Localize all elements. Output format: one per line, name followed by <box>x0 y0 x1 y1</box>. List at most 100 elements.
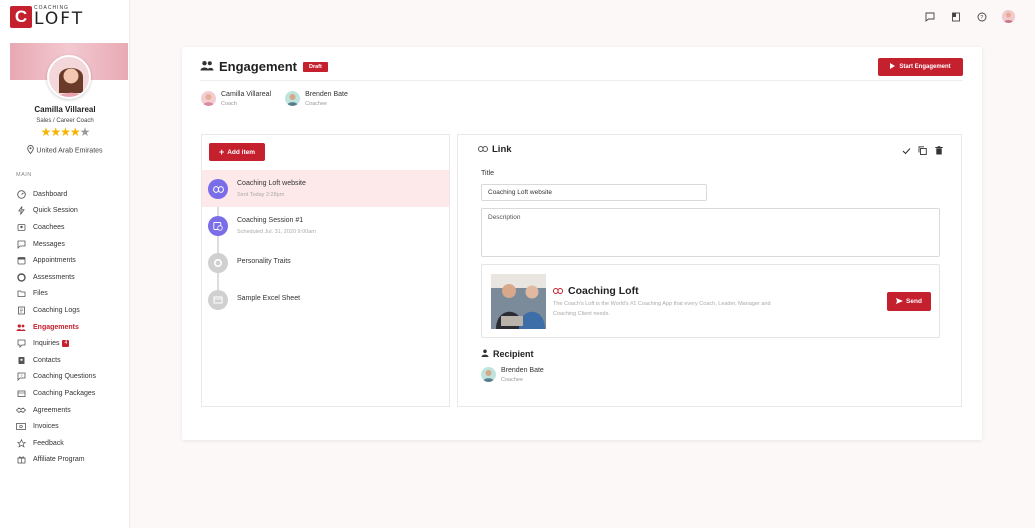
add-item-button[interactable]: + Add item <box>209 143 265 161</box>
recipient-heading: Recipient <box>493 349 534 359</box>
sidebar-item-quick-session[interactable]: Quick Session <box>16 203 128 220</box>
engagement-header: Engagement Draft <box>200 59 328 74</box>
coachee-avatar <box>285 91 301 106</box>
item-subtitle: Sent Today 2:28pm <box>237 192 285 198</box>
engagement-items-panel: + Add item Coaching Loft website Sent To… <box>201 134 450 407</box>
package-icon <box>16 388 26 398</box>
profile-avatar[interactable] <box>47 55 91 99</box>
sidebar-item-invoices[interactable]: Invoices <box>16 418 128 435</box>
sidebar-item-coaching-packages[interactable]: Coaching Packages <box>16 385 128 402</box>
sidebar-item-appointments[interactable]: Appointments <box>16 252 128 269</box>
sidebar-item-coaching-logs[interactable]: Coaching Logs <box>16 302 128 319</box>
chat-icon[interactable] <box>924 11 936 23</box>
item-detail-panel: Link Title Coaching Loft website Descrip… <box>457 134 962 407</box>
sidebar-item-messages[interactable]: Messages <box>16 236 128 253</box>
profile-location: United Arab Emirates <box>0 145 130 156</box>
detail-actions <box>902 146 943 155</box>
engagement-item-link[interactable]: Coaching Loft website Sent Today 2:28pm <box>202 170 449 207</box>
file-icon <box>208 290 228 310</box>
engagement-item-assessment[interactable]: Personality Traits <box>202 244 449 281</box>
item-title: Coaching Session #1 <box>237 217 304 224</box>
star-outline-icon <box>16 438 26 448</box>
calendar-icon <box>16 256 26 266</box>
detail-header: Link <box>478 144 512 155</box>
title-label: Title <box>481 170 494 177</box>
preview-header: Coaching Loft <box>553 285 639 297</box>
sidebar-item-affiliate-program[interactable]: Affiliate Program <box>16 452 128 469</box>
copy-icon[interactable] <box>918 146 927 155</box>
half-star-icon: ★ <box>79 125 91 139</box>
sidebar-nav: Dashboard Quick Session Coachees Message… <box>16 186 128 468</box>
sidebar-item-dashboard[interactable]: Dashboard <box>16 186 128 203</box>
sidebar-item-contacts[interactable]: Contacts <box>16 352 128 369</box>
coach-role: Coach <box>221 101 237 107</box>
log-icon <box>16 305 26 315</box>
question-icon: ? <box>16 372 26 382</box>
item-subtitle: Scheduled Jul. 31, 2020 9:00am <box>237 229 316 235</box>
coaching-loft-logo[interactable]: C COACHING LOFT <box>10 5 84 29</box>
contact-icon <box>16 355 26 365</box>
assessment-icon <box>208 253 228 273</box>
person-icon <box>481 349 489 359</box>
link-icon <box>208 179 228 199</box>
link-preview-image <box>491 274 546 329</box>
check-icon[interactable] <box>902 146 911 155</box>
help-icon[interactable]: ? <box>976 11 988 23</box>
inquiries-count-badge: 4 <box>62 340 70 348</box>
participants: Camilla Villareal Coach Brenden Bate Coa… <box>201 91 348 107</box>
play-icon <box>890 63 896 71</box>
participant-coachee[interactable]: Brenden Bate Coachee <box>285 91 348 107</box>
recipient[interactable]: Brenden Bate Coachee <box>481 367 544 383</box>
profile-rating: ★★★★★ <box>0 126 130 138</box>
engagement-item-file[interactable]: Sample Excel Sheet <box>202 281 449 318</box>
top-toolbar: ? <box>924 10 1015 23</box>
send-button[interactable]: Send <box>887 292 931 311</box>
notes-icon[interactable] <box>950 11 962 23</box>
message-icon <box>16 239 26 249</box>
engagement-card: Engagement Draft Start Engagement Camill… <box>182 47 982 440</box>
coach-avatar <box>201 91 216 106</box>
bolt-icon <box>16 206 26 216</box>
people-icon <box>200 60 214 73</box>
link-preview[interactable]: Coaching Loft The Coach's Loft is the Wo… <box>481 264 940 338</box>
profile-name: Camilla Villareal <box>34 105 96 114</box>
engagement-icon <box>16 322 26 332</box>
item-title: Coaching Loft website <box>237 180 306 187</box>
detail-heading: Link <box>492 144 512 155</box>
description-input[interactable]: Description <box>481 208 940 257</box>
calendar-clock-icon <box>208 216 228 236</box>
link-icon <box>478 145 488 154</box>
participant-coach[interactable]: Camilla Villareal Coach <box>201 91 271 107</box>
start-engagement-button[interactable]: Start Engagement <box>878 58 963 76</box>
link-icon <box>553 287 563 296</box>
sidebar-item-feedback[interactable]: Feedback <box>16 435 128 452</box>
send-icon <box>896 297 904 306</box>
nav-section-label: MAIN <box>16 172 32 178</box>
coachees-icon <box>16 222 26 232</box>
logo-mark: C <box>10 6 32 28</box>
recipient-name: Brenden Bate <box>501 367 544 374</box>
title-input[interactable]: Coaching Loft website <box>481 184 707 201</box>
inquiry-icon <box>16 339 26 349</box>
coachee-role: Coachee <box>305 101 328 107</box>
star-icon: ★★★★ <box>40 125 81 139</box>
plus-icon: + <box>218 147 225 157</box>
recipient-header: Recipient <box>481 349 534 359</box>
status-badge: Draft <box>303 61 328 72</box>
sidebar-item-engagements[interactable]: Engagements <box>16 319 128 336</box>
sidebar-item-assessments[interactable]: Assessments <box>16 269 128 286</box>
folder-icon <box>16 289 26 299</box>
sidebar-item-agreements[interactable]: Agreements <box>16 402 128 419</box>
trash-icon[interactable] <box>934 146 943 155</box>
recipient-role: Coachee <box>501 377 524 383</box>
sidebar-item-coachees[interactable]: Coachees <box>16 219 128 236</box>
user-avatar[interactable] <box>1002 10 1015 23</box>
preview-description: The Coach's Loft is the World's #1 Coach… <box>553 301 771 317</box>
sidebar: C COACHING LOFT Camilla Villareal Sales … <box>0 0 130 528</box>
sidebar-item-coaching-questions[interactable]: ? Coaching Questions <box>16 369 128 386</box>
profile-title: Sales / Career Coach <box>36 118 94 124</box>
sidebar-item-inquiries[interactable]: Inquiries 4 <box>16 335 128 352</box>
engagement-item-session[interactable]: Coaching Session #1 Scheduled Jul. 31, 2… <box>202 207 449 244</box>
coach-name: Camilla Villareal <box>221 91 272 98</box>
sidebar-item-files[interactable]: Files <box>16 286 128 303</box>
